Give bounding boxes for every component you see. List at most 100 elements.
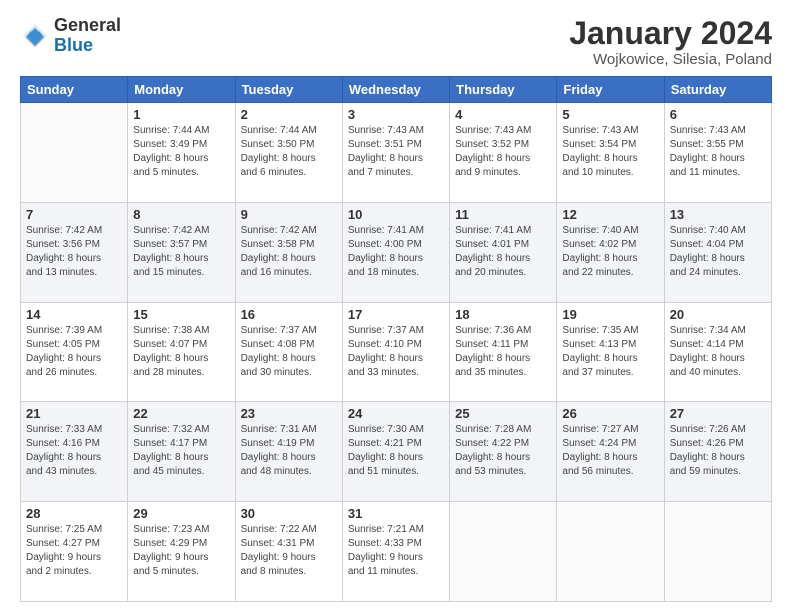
day-number: 20: [670, 307, 766, 322]
calendar-cell: 26 Sunrise: 7:27 AM Sunset: 4:24 PM Dayli…: [557, 402, 664, 502]
header-thursday: Thursday: [450, 77, 557, 103]
day-number: 8: [133, 207, 229, 222]
day-number: 2: [241, 107, 337, 122]
day-number: 5: [562, 107, 658, 122]
day-info: Sunrise: 7:42 AM Sunset: 3:56 PM Dayligh…: [26, 224, 122, 280]
day-number: 25: [455, 406, 551, 421]
day-number: 15: [133, 307, 229, 322]
calendar-cell: 3 Sunrise: 7:43 AM Sunset: 3:51 PM Daylig…: [342, 103, 449, 203]
calendar-cell: 11 Sunrise: 7:41 AM Sunset: 4:01 PM Dayli…: [450, 202, 557, 302]
calendar-cell: 24 Sunrise: 7:30 AM Sunset: 4:21 PM Dayli…: [342, 402, 449, 502]
calendar-cell: 5 Sunrise: 7:43 AM Sunset: 3:54 PM Daylig…: [557, 103, 664, 203]
day-number: 27: [670, 406, 766, 421]
day-number: 9: [241, 207, 337, 222]
day-number: 7: [26, 207, 122, 222]
day-number: 13: [670, 207, 766, 222]
calendar-cell: 19 Sunrise: 7:35 AM Sunset: 4:13 PM Dayli…: [557, 302, 664, 402]
day-info: Sunrise: 7:43 AM Sunset: 3:52 PM Dayligh…: [455, 124, 551, 180]
day-info: Sunrise: 7:40 AM Sunset: 4:04 PM Dayligh…: [670, 224, 766, 280]
main-title: January 2024: [569, 16, 772, 51]
calendar-week-3: 14 Sunrise: 7:39 AM Sunset: 4:05 PM Dayli…: [21, 302, 772, 402]
day-info: Sunrise: 7:38 AM Sunset: 4:07 PM Dayligh…: [133, 324, 229, 380]
header-saturday: Saturday: [664, 77, 771, 103]
logo-icon: [20, 21, 50, 51]
day-number: 26: [562, 406, 658, 421]
day-info: Sunrise: 7:36 AM Sunset: 4:11 PM Dayligh…: [455, 324, 551, 380]
day-info: Sunrise: 7:31 AM Sunset: 4:19 PM Dayligh…: [241, 423, 337, 479]
day-info: Sunrise: 7:27 AM Sunset: 4:24 PM Dayligh…: [562, 423, 658, 479]
calendar-cell: 4 Sunrise: 7:43 AM Sunset: 3:52 PM Daylig…: [450, 103, 557, 203]
day-number: 28: [26, 506, 122, 521]
calendar-cell: 27 Sunrise: 7:26 AM Sunset: 4:26 PM Dayli…: [664, 402, 771, 502]
calendar-cell: 17 Sunrise: 7:37 AM Sunset: 4:10 PM Dayli…: [342, 302, 449, 402]
calendar-cell: 9 Sunrise: 7:42 AM Sunset: 3:58 PM Daylig…: [235, 202, 342, 302]
day-info: Sunrise: 7:44 AM Sunset: 3:50 PM Dayligh…: [241, 124, 337, 180]
header-friday: Friday: [557, 77, 664, 103]
day-number: 16: [241, 307, 337, 322]
calendar-cell: 31 Sunrise: 7:21 AM Sunset: 4:33 PM Dayli…: [342, 502, 449, 602]
title-block: January 2024 Wojkowice, Silesia, Poland: [569, 16, 772, 68]
calendar-cell: 16 Sunrise: 7:37 AM Sunset: 4:08 PM Dayli…: [235, 302, 342, 402]
calendar-cell: 30 Sunrise: 7:22 AM Sunset: 4:31 PM Dayli…: [235, 502, 342, 602]
header-sunday: Sunday: [21, 77, 128, 103]
calendar-cell: [557, 502, 664, 602]
day-number: 29: [133, 506, 229, 521]
day-number: 17: [348, 307, 444, 322]
calendar-cell: [21, 103, 128, 203]
day-info: Sunrise: 7:44 AM Sunset: 3:49 PM Dayligh…: [133, 124, 229, 180]
day-number: 11: [455, 207, 551, 222]
header-wednesday: Wednesday: [342, 77, 449, 103]
day-info: Sunrise: 7:37 AM Sunset: 4:08 PM Dayligh…: [241, 324, 337, 380]
calendar-cell: 14 Sunrise: 7:39 AM Sunset: 4:05 PM Dayli…: [21, 302, 128, 402]
calendar-cell: 25 Sunrise: 7:28 AM Sunset: 4:22 PM Dayli…: [450, 402, 557, 502]
day-number: 21: [26, 406, 122, 421]
day-number: 30: [241, 506, 337, 521]
calendar-cell: 28 Sunrise: 7:25 AM Sunset: 4:27 PM Dayli…: [21, 502, 128, 602]
day-number: 6: [670, 107, 766, 122]
calendar-cell: 15 Sunrise: 7:38 AM Sunset: 4:07 PM Dayli…: [128, 302, 235, 402]
calendar-table: SundayMondayTuesdayWednesdayThursdayFrid…: [20, 76, 772, 602]
logo-general: General: [54, 16, 121, 36]
day-info: Sunrise: 7:43 AM Sunset: 3:54 PM Dayligh…: [562, 124, 658, 180]
day-number: 4: [455, 107, 551, 122]
header: General Blue January 2024 Wojkowice, Sil…: [20, 16, 772, 68]
day-info: Sunrise: 7:42 AM Sunset: 3:57 PM Dayligh…: [133, 224, 229, 280]
calendar-cell: 10Sunrise: 7:41 AM Sunset: 4:00 PM Dayli…: [342, 202, 449, 302]
calendar-week-2: 7 Sunrise: 7:42 AM Sunset: 3:56 PM Daylig…: [21, 202, 772, 302]
day-info: Sunrise: 7:22 AM Sunset: 4:31 PM Dayligh…: [241, 523, 337, 579]
logo-blue: Blue: [54, 36, 121, 56]
day-info: Sunrise: 7:43 AM Sunset: 3:51 PM Dayligh…: [348, 124, 444, 180]
day-info: Sunrise: 7:26 AM Sunset: 4:26 PM Dayligh…: [670, 423, 766, 479]
day-number: 31: [348, 506, 444, 521]
logo-text: General Blue: [54, 16, 121, 56]
calendar-week-1: 1Sunrise: 7:44 AM Sunset: 3:49 PM Daylig…: [21, 103, 772, 203]
day-number: 23: [241, 406, 337, 421]
header-monday: Monday: [128, 77, 235, 103]
day-info: Sunrise: 7:33 AM Sunset: 4:16 PM Dayligh…: [26, 423, 122, 479]
calendar-cell: 22Sunrise: 7:32 AM Sunset: 4:17 PM Dayli…: [128, 402, 235, 502]
calendar-cell: 8 Sunrise: 7:42 AM Sunset: 3:57 PM Daylig…: [128, 202, 235, 302]
day-info: Sunrise: 7:30 AM Sunset: 4:21 PM Dayligh…: [348, 423, 444, 479]
day-info: Sunrise: 7:28 AM Sunset: 4:22 PM Dayligh…: [455, 423, 551, 479]
day-info: Sunrise: 7:34 AM Sunset: 4:14 PM Dayligh…: [670, 324, 766, 380]
day-number: 18: [455, 307, 551, 322]
calendar-cell: 6Sunrise: 7:43 AM Sunset: 3:55 PM Daylig…: [664, 103, 771, 203]
header-tuesday: Tuesday: [235, 77, 342, 103]
day-info: Sunrise: 7:41 AM Sunset: 4:01 PM Dayligh…: [455, 224, 551, 280]
day-info: Sunrise: 7:42 AM Sunset: 3:58 PM Dayligh…: [241, 224, 337, 280]
calendar-header-row: SundayMondayTuesdayWednesdayThursdayFrid…: [21, 77, 772, 103]
calendar-cell: 13 Sunrise: 7:40 AM Sunset: 4:04 PM Dayli…: [664, 202, 771, 302]
day-info: Sunrise: 7:37 AM Sunset: 4:10 PM Dayligh…: [348, 324, 444, 380]
day-info: Sunrise: 7:41 AM Sunset: 4:00 PM Dayligh…: [348, 224, 444, 280]
day-number: 3: [348, 107, 444, 122]
day-info: Sunrise: 7:21 AM Sunset: 4:33 PM Dayligh…: [348, 523, 444, 579]
calendar-cell: 23 Sunrise: 7:31 AM Sunset: 4:19 PM Dayli…: [235, 402, 342, 502]
day-number: 14: [26, 307, 122, 322]
subtitle: Wojkowice, Silesia, Poland: [569, 51, 772, 68]
calendar-cell: 12Sunrise: 7:40 AM Sunset: 4:02 PM Dayli…: [557, 202, 664, 302]
day-number: 19: [562, 307, 658, 322]
day-info: Sunrise: 7:39 AM Sunset: 4:05 PM Dayligh…: [26, 324, 122, 380]
day-info: Sunrise: 7:25 AM Sunset: 4:27 PM Dayligh…: [26, 523, 122, 579]
day-number: 24: [348, 406, 444, 421]
day-info: Sunrise: 7:35 AM Sunset: 4:13 PM Dayligh…: [562, 324, 658, 380]
